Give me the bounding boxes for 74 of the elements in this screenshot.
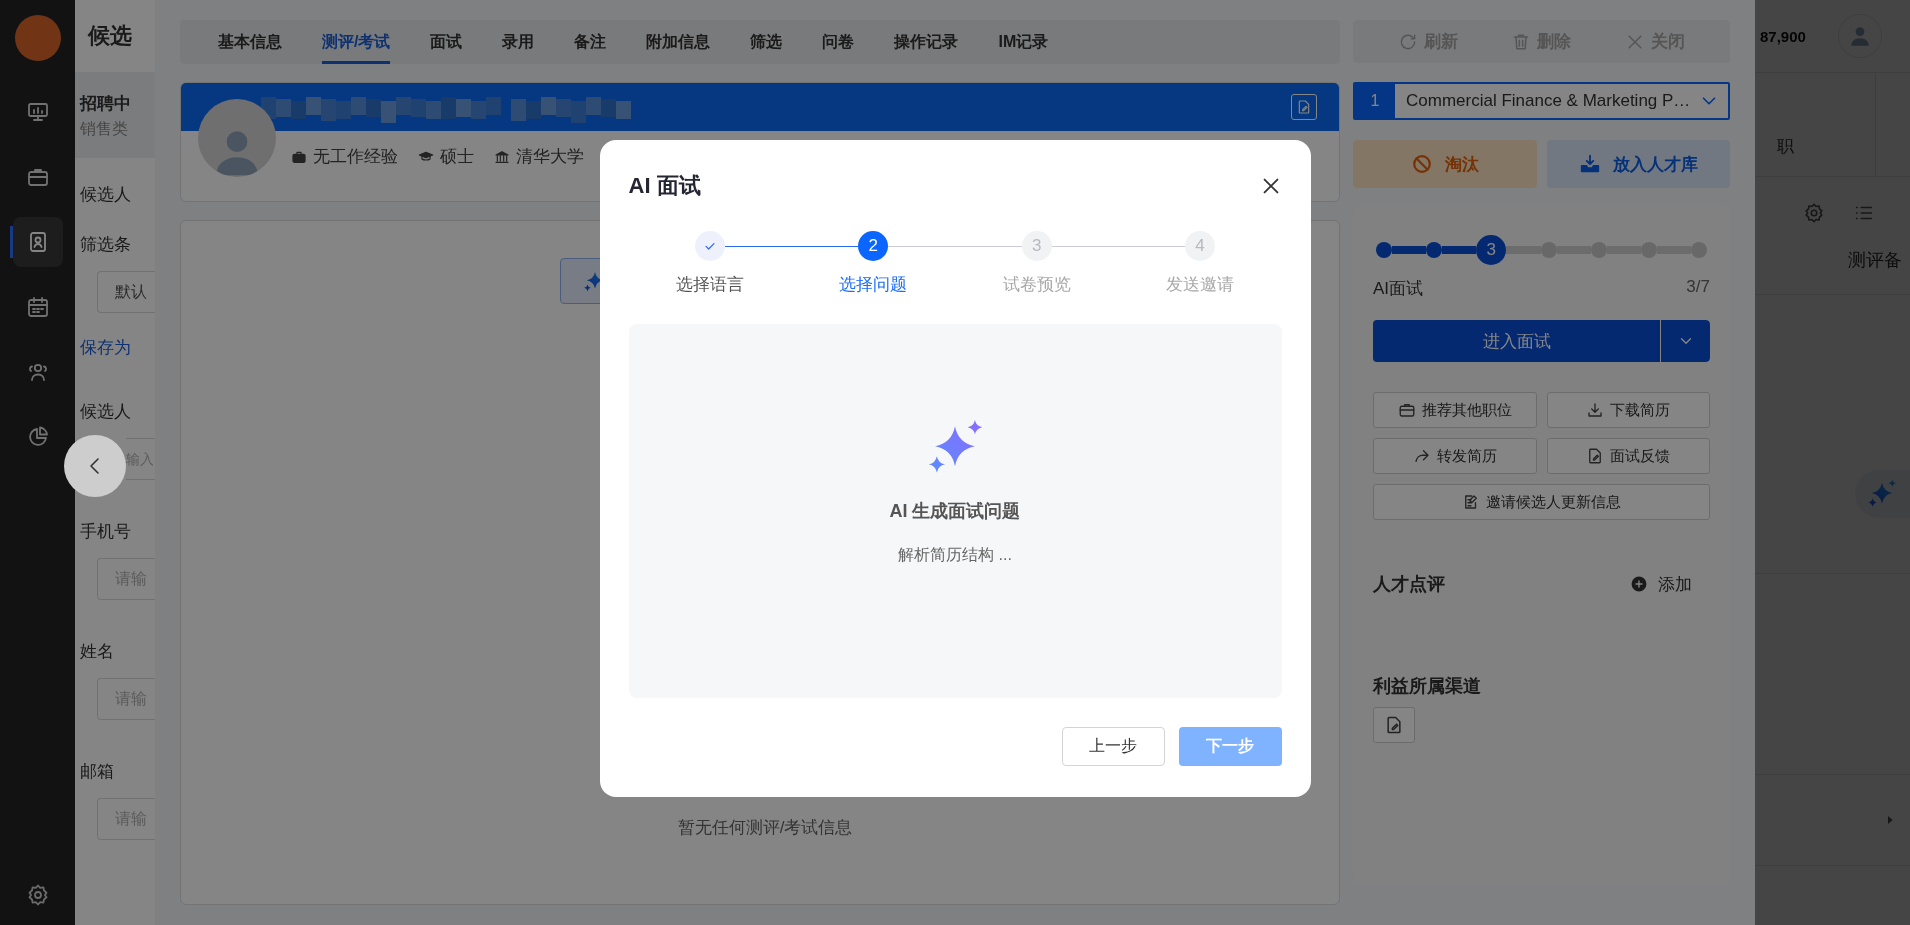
stage-name: AI面试	[1373, 278, 1424, 300]
job-number: 1	[1355, 84, 1395, 118]
empty-message: 暂无任何测评/考试信息	[676, 817, 853, 839]
talent-pool-button[interactable]: 放入人才库	[1546, 140, 1730, 188]
settings-icon[interactable]	[1803, 202, 1825, 224]
calendar-icon	[25, 295, 50, 319]
edit-document-button[interactable]	[1373, 707, 1415, 743]
field-label: 候选人	[80, 184, 131, 206]
edit-icon	[1462, 493, 1480, 511]
download-icon	[1586, 401, 1605, 419]
tab[interactable]: 录用	[502, 20, 535, 64]
column-header: 职	[1776, 136, 1794, 158]
document-icon	[1384, 715, 1404, 735]
bank-icon	[494, 148, 510, 165]
chart-monitor-icon	[25, 100, 50, 124]
action-button[interactable]: 面试反馈	[1546, 438, 1710, 474]
document-button[interactable]	[1291, 94, 1317, 120]
step-label[interactable]: 发送邀请	[1165, 273, 1234, 296]
candidate-fact: 硕士	[440, 146, 474, 168]
candidate-fact: 无工作经验	[313, 146, 398, 168]
document-icon	[1296, 99, 1312, 115]
field-label: 邮箱	[80, 761, 114, 783]
status-message: 解析简历结构 ...	[898, 545, 1012, 565]
reject-button[interactable]: 淘汰	[1353, 140, 1537, 188]
step-circle: 2	[858, 231, 889, 261]
tab[interactable]: 问卷	[822, 20, 855, 64]
panel-heading: AI 生成面试问题	[889, 500, 1021, 523]
action-button[interactable]: 邀请候选人更新信息	[1373, 484, 1710, 520]
step-label[interactable]: 试卷预览	[1002, 273, 1071, 296]
stage-count: 3/7	[1686, 277, 1710, 298]
action-button[interactable]: 下载简历	[1546, 392, 1710, 428]
tab[interactable]: 测评/考试	[322, 20, 391, 64]
input-field[interactable]: 默认	[97, 271, 155, 313]
tab[interactable]: 操作记录	[894, 20, 959, 64]
section-title: 利益所属渠道	[1373, 675, 1482, 698]
dialog-title: AI 面试	[628, 172, 701, 200]
add-button[interactable]: 添加	[1630, 572, 1692, 596]
field-label: 候选人	[80, 401, 131, 423]
job-select[interactable]: 1 Commercial Finance & Marketing P…	[1353, 82, 1730, 120]
step-label[interactable]: 选择语言	[676, 273, 745, 296]
step-label[interactable]: 选择问题	[839, 273, 908, 296]
action-button[interactable]: 推荐其他职位	[1373, 392, 1537, 428]
ban-icon	[1410, 153, 1433, 175]
tab[interactable]: IM记录	[998, 20, 1049, 64]
tab[interactable]: 附加信息	[646, 20, 711, 64]
briefcase-icon	[1397, 401, 1416, 419]
selected-value: Commercial Finance & Marketing P…	[1406, 91, 1692, 111]
previous-button[interactable]: 上一步	[1061, 727, 1165, 766]
tab[interactable]: 面试	[430, 20, 463, 64]
step-circle: 3	[1021, 231, 1052, 261]
tab[interactable]: 筛选	[750, 20, 783, 64]
stage-dot: 3	[1476, 235, 1507, 265]
enter-interview-button[interactable]: 进入面试	[1373, 320, 1660, 362]
field-label: 姓名	[80, 641, 114, 663]
tab[interactable]: 备注	[574, 20, 607, 64]
candidate-fact: 清华大学	[516, 146, 584, 168]
dropdown-button[interactable]	[1660, 320, 1710, 362]
count-number: 87,900	[1760, 27, 1806, 45]
step-circle: 4	[1185, 231, 1215, 261]
field-label: 手机号	[80, 521, 131, 543]
inbox-download-icon	[1578, 153, 1601, 175]
sparkle-icon	[1867, 479, 1897, 509]
status-text: 招聘中	[80, 93, 132, 115]
logo-avatar	[14, 15, 61, 61]
column-header: 测评备	[1848, 249, 1903, 272]
share-icon	[1412, 447, 1431, 465]
nav-item[interactable]	[12, 217, 63, 267]
tab[interactable]: 基本信息	[218, 20, 282, 64]
plus-icon	[1630, 575, 1648, 593]
page-title: 候选	[86, 22, 133, 50]
save-link[interactable]: 保存为	[80, 336, 131, 360]
section-title: 人才点评	[1373, 573, 1445, 596]
action-button[interactable]: 转发简历	[1373, 438, 1537, 474]
field-label: 筛选条	[80, 234, 131, 256]
